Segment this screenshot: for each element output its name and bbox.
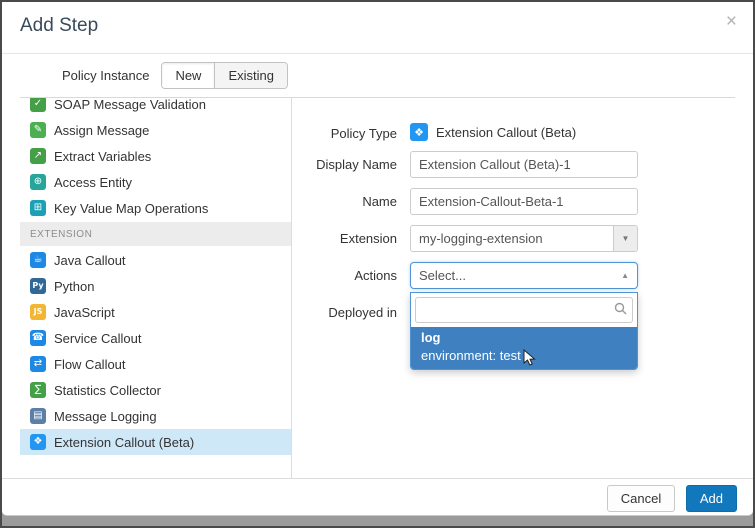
actions-option-list: log environment: test [411, 327, 637, 369]
python-icon: Py [30, 278, 46, 294]
assign-message-icon: ✎ [30, 122, 46, 138]
cancel-button[interactable]: Cancel [607, 485, 675, 512]
option-environment-test[interactable]: environment: test [411, 346, 637, 369]
name-row: Name [292, 188, 735, 215]
policy-item-statistics-collector[interactable]: ∑ Statistics Collector [20, 377, 291, 403]
policy-item-assign-message[interactable]: ✎ Assign Message [20, 117, 291, 143]
policy-form: Policy Type ❖ Extension Callout (Beta) D… [292, 98, 735, 479]
extension-section-header: EXTENSION [20, 222, 291, 246]
policy-item-label: Flow Callout [54, 357, 126, 372]
policy-item-python[interactable]: Py Python [20, 273, 291, 299]
policy-item-label: JavaScript [54, 305, 115, 320]
search-icon [614, 302, 627, 315]
policy-item-label: Key Value Map Operations [54, 201, 208, 216]
policy-item-access-entity[interactable]: ⊕ Access Entity [20, 169, 291, 195]
policy-item-key-value-map-operations[interactable]: ⊞ Key Value Map Operations [20, 195, 291, 221]
policy-item-label: Access Entity [54, 175, 132, 190]
close-icon[interactable]: × [726, 12, 737, 31]
flow-callout-icon: ⇄ [30, 356, 46, 372]
extract-variables-icon: ↗ [30, 148, 46, 164]
policy-item-java-callout[interactable]: ☕ Java Callout [20, 247, 291, 273]
actions-select-placeholder: Select... [419, 268, 621, 283]
policy-item-label: Statistics Collector [54, 383, 161, 398]
policy-type-value: Extension Callout (Beta) [436, 125, 576, 140]
javascript-icon: JS [30, 304, 46, 320]
policy-item-label: Assign Message [54, 123, 149, 138]
soap-message-validation-icon: ✓ [30, 98, 46, 112]
extension-row: Extension my-logging-extension ▼ [292, 225, 735, 252]
message-logging-icon: ▤ [30, 408, 46, 424]
policy-instance-row: Policy Instance New Existing [2, 54, 753, 97]
policy-item-extension-callout-beta[interactable]: ❖ Extension Callout (Beta) [20, 429, 291, 455]
actions-select[interactable]: Select... ▲ [410, 262, 638, 289]
chevron-down-icon: ▼ [613, 226, 637, 251]
policy-item-extract-variables[interactable]: ↗ Extract Variables [20, 143, 291, 169]
display-name-input[interactable] [410, 151, 638, 178]
policy-type-label: Policy Type [292, 120, 397, 141]
policy-item-soap-message-validation[interactable]: ✓ SOAP Message Validation [20, 98, 291, 117]
actions-row: Actions Select... ▲ [292, 262, 735, 289]
policy-item-service-callout[interactable]: ☎ Service Callout [20, 325, 291, 351]
display-name-row: Display Name [292, 151, 735, 178]
extension-label: Extension [292, 225, 397, 252]
policy-list[interactable]: ✓ SOAP Message Validation ✎ Assign Messa… [20, 98, 292, 479]
add-step-modal: Add Step × Policy Instance New Existing … [2, 2, 753, 516]
actions-label: Actions [292, 262, 397, 289]
existing-toggle-button[interactable]: Existing [215, 63, 287, 88]
display-name-label: Display Name [292, 151, 397, 178]
policy-item-javascript[interactable]: JS JavaScript [20, 299, 291, 325]
actions-dropdown-panel: log environment: test [410, 292, 638, 370]
policy-item-label: SOAP Message Validation [54, 98, 206, 112]
extension-select-value: my-logging-extension [411, 231, 613, 246]
chevron-up-icon: ▲ [621, 271, 629, 280]
extension-select[interactable]: my-logging-extension ▼ [410, 225, 638, 252]
modal-footer: Cancel Add [2, 478, 753, 515]
access-entity-icon: ⊕ [30, 174, 46, 190]
option-group-log[interactable]: log [411, 327, 637, 346]
add-button[interactable]: Add [686, 485, 737, 512]
name-input[interactable] [410, 188, 638, 215]
policy-item-label: Python [54, 279, 94, 294]
policy-item-label: Extract Variables [54, 149, 151, 164]
policy-item-label: Java Callout [54, 253, 126, 268]
service-callout-icon: ☎ [30, 330, 46, 346]
modal-title: Add Step [20, 15, 98, 37]
actions-search-input[interactable] [415, 297, 633, 323]
policy-item-label: Message Logging [54, 409, 157, 424]
java-callout-icon: ☕ [30, 252, 46, 268]
deployed-in-label: Deployed in [292, 299, 397, 320]
name-label: Name [292, 188, 397, 215]
policy-instance-toggle: New Existing [161, 62, 288, 89]
policy-item-label: Service Callout [54, 331, 141, 346]
policy-type-row: Policy Type ❖ Extension Callout (Beta) [292, 120, 735, 141]
policy-item-flow-callout[interactable]: ⇄ Flow Callout [20, 351, 291, 377]
statistics-collector-icon: ∑ [30, 382, 46, 398]
content-area: ✓ SOAP Message Validation ✎ Assign Messa… [20, 97, 735, 479]
policy-instance-label: Policy Instance [62, 68, 149, 83]
modal-header: Add Step × [2, 2, 753, 54]
extension-callout-icon: ❖ [30, 434, 46, 450]
key-value-map-icon: ⊞ [30, 200, 46, 216]
policy-item-message-logging[interactable]: ▤ Message Logging [20, 403, 291, 429]
screen: Add Step × Policy Instance New Existing … [0, 0, 755, 528]
policy-item-label: Extension Callout (Beta) [54, 435, 194, 450]
policy-type-icon: ❖ [410, 123, 428, 141]
new-toggle-button[interactable]: New [162, 63, 215, 88]
